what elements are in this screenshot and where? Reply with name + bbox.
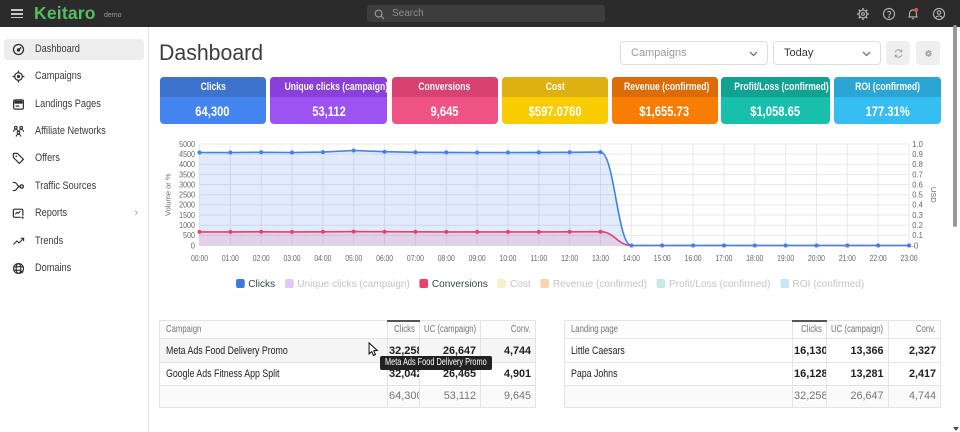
svg-text:16:00: 16:00 xyxy=(685,254,702,263)
svg-text:Volume or %: Volume or % xyxy=(164,173,173,216)
svg-text:0.5: 0.5 xyxy=(912,191,923,200)
svg-text:17:00: 17:00 xyxy=(715,254,732,263)
svg-text:22:00: 22:00 xyxy=(870,254,887,263)
svg-text:15:00: 15:00 xyxy=(654,254,671,263)
svg-text:2500: 2500 xyxy=(179,191,195,200)
svg-text:20:00: 20:00 xyxy=(808,254,825,263)
svg-text:03:00: 03:00 xyxy=(284,254,301,263)
svg-text:2000: 2000 xyxy=(179,201,195,210)
svg-text:-0: -0 xyxy=(911,241,919,250)
svg-text:04:00: 04:00 xyxy=(314,254,331,263)
svg-text:0.3: 0.3 xyxy=(912,211,923,220)
svg-text:01:00: 01:00 xyxy=(222,254,239,263)
svg-text:0.7: 0.7 xyxy=(912,170,923,179)
svg-text:1.0: 1.0 xyxy=(912,140,923,149)
svg-text:0.6: 0.6 xyxy=(912,180,923,189)
svg-text:10:00: 10:00 xyxy=(499,254,516,263)
svg-text:12:00: 12:00 xyxy=(561,254,578,263)
svg-text:1000: 1000 xyxy=(179,221,195,230)
svg-text:0.4: 0.4 xyxy=(912,201,923,210)
svg-text:1500: 1500 xyxy=(179,211,195,220)
svg-text:19:00: 19:00 xyxy=(777,254,794,263)
svg-text:0.1: 0.1 xyxy=(912,231,923,240)
svg-text:00:00: 00:00 xyxy=(191,254,208,263)
svg-text:11:00: 11:00 xyxy=(530,254,547,263)
svg-text:18:00: 18:00 xyxy=(746,254,763,263)
svg-text:06:00: 06:00 xyxy=(376,254,393,263)
svg-text:4000: 4000 xyxy=(179,160,195,169)
svg-text:0.9: 0.9 xyxy=(912,150,923,159)
svg-text:0: 0 xyxy=(191,241,196,250)
svg-text:02:00: 02:00 xyxy=(253,254,270,263)
svg-text:07:00: 07:00 xyxy=(407,254,424,263)
svg-text:3000: 3000 xyxy=(179,180,195,189)
svg-text:4500: 4500 xyxy=(179,150,195,159)
svg-text:21:00: 21:00 xyxy=(839,254,856,263)
svg-text:5000: 5000 xyxy=(179,140,195,149)
svg-text:3500: 3500 xyxy=(179,170,195,179)
svg-text:USD: USD xyxy=(929,187,938,203)
svg-text:08:00: 08:00 xyxy=(438,254,455,263)
svg-text:05:00: 05:00 xyxy=(345,254,362,263)
svg-text:09:00: 09:00 xyxy=(469,254,486,263)
svg-text:14:00: 14:00 xyxy=(623,254,640,263)
svg-text:0.8: 0.8 xyxy=(912,160,923,169)
svg-text:23:00: 23:00 xyxy=(901,254,918,263)
svg-text:0.2: 0.2 xyxy=(912,221,923,230)
svg-text:500: 500 xyxy=(183,231,195,240)
svg-text:13:00: 13:00 xyxy=(592,254,609,263)
